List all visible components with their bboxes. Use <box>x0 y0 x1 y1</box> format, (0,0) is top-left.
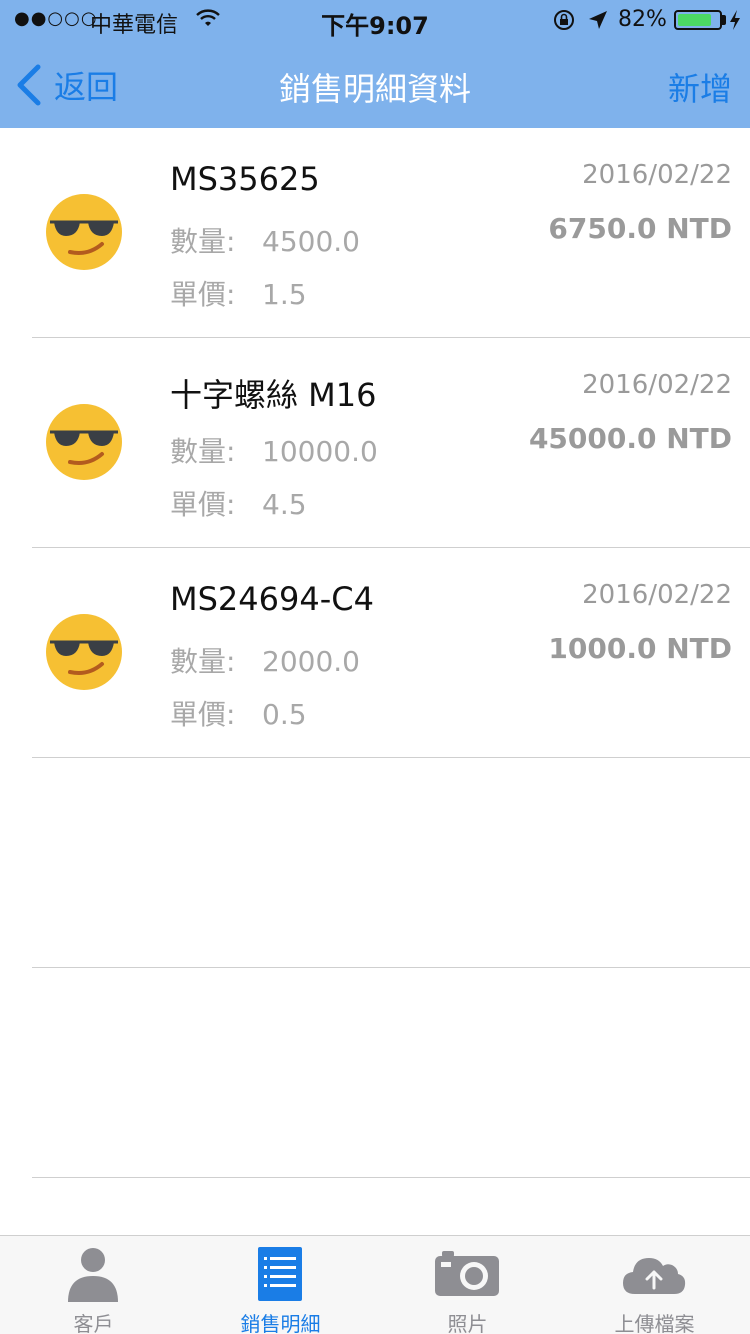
quantity-row: 數量: 4500.0 <box>170 220 360 260</box>
quantity-value: 2000.0 <box>262 645 360 678</box>
sunglasses-emoji-icon <box>46 614 122 690</box>
rotation-lock-icon <box>554 10 574 30</box>
unit-price-row: 單價: 0.5 <box>170 693 307 733</box>
product-name: 十字螺絲 M16 <box>170 376 377 414</box>
total-amount: 1000.0 NTD <box>548 632 732 665</box>
total-amount: 45000.0 NTD <box>528 422 732 455</box>
unit-price-row: 單價: 4.5 <box>170 483 307 523</box>
list-item[interactable]: MS35625 2016/02/22 6750.0 NTD 數量: 4500.0 … <box>0 128 750 338</box>
quantity-value: 10000.0 <box>262 435 378 468</box>
sale-date: 2016/02/22 <box>582 580 732 610</box>
quantity-row: 數量: 10000.0 <box>170 430 378 470</box>
list-icon <box>258 1247 302 1301</box>
battery-icon <box>674 10 722 30</box>
tab-sales-details[interactable]: 銷售明細 <box>187 1236 374 1334</box>
unit-price-value: 4.5 <box>262 488 307 521</box>
quantity-row: 數量: 2000.0 <box>170 640 360 680</box>
battery-tip <box>722 15 726 25</box>
empty-row <box>0 758 750 968</box>
tab-bar: 客戶 銷售明細 照片 上傳檔案 <box>0 1235 750 1334</box>
unit-price-value: 1.5 <box>262 278 307 311</box>
quantity-label: 數量: <box>170 645 236 678</box>
quantity-value: 4500.0 <box>262 225 360 258</box>
battery-percent: 82% <box>618 7 667 32</box>
unit-price-label: 單價: <box>170 698 236 731</box>
quantity-label: 數量: <box>170 225 236 258</box>
page-title: 銷售明細資料 <box>278 70 471 108</box>
sunglasses-emoji-icon <box>46 194 122 270</box>
product-name: MS35625 <box>170 160 320 198</box>
add-button[interactable]: 新增 <box>668 64 732 110</box>
tab-label: 銷售明細 <box>240 1312 321 1334</box>
location-arrow-icon <box>589 11 607 29</box>
camera-icon <box>435 1251 499 1296</box>
tab-customers[interactable]: 客戶 <box>0 1236 187 1334</box>
cloud-upload-icon <box>623 1258 686 1294</box>
charging-bolt-icon <box>730 10 740 30</box>
product-name: MS24694-C4 <box>170 580 374 618</box>
list-item[interactable]: MS24694-C4 2016/02/22 1000.0 NTD 數量: 2000… <box>0 548 750 758</box>
total-amount: 6750.0 NTD <box>548 212 732 245</box>
list-item[interactable]: 十字螺絲 M16 2016/02/22 45000.0 NTD 數量: 10000… <box>0 338 750 548</box>
sunglasses-emoji-icon <box>46 404 122 480</box>
sale-date: 2016/02/22 <box>582 370 732 400</box>
tab-photos[interactable]: 照片 <box>374 1236 561 1334</box>
unit-price-value: 0.5 <box>262 698 307 731</box>
tab-upload-files[interactable]: 上傳檔案 <box>561 1236 748 1334</box>
tab-label: 上傳檔案 <box>614 1312 695 1334</box>
tab-label: 客戶 <box>73 1312 114 1334</box>
unit-price-row: 單價: 1.5 <box>170 273 307 313</box>
person-icon <box>68 1248 118 1302</box>
header: ●●○○○ 中華電信 下午9:07 82% 返回 銷售明細資料 新增 <box>0 0 750 128</box>
battery-level <box>678 14 711 26</box>
status-bar: ●●○○○ 中華電信 下午9:07 82% <box>0 0 750 40</box>
empty-row <box>0 968 750 1178</box>
unit-price-label: 單價: <box>170 278 236 311</box>
unit-price-label: 單價: <box>170 488 236 521</box>
sales-list: MS35625 2016/02/22 6750.0 NTD 數量: 4500.0 … <box>0 128 750 1178</box>
sale-date: 2016/02/22 <box>582 160 732 190</box>
tab-label: 照片 <box>447 1312 488 1334</box>
quantity-label: 數量: <box>170 435 236 468</box>
